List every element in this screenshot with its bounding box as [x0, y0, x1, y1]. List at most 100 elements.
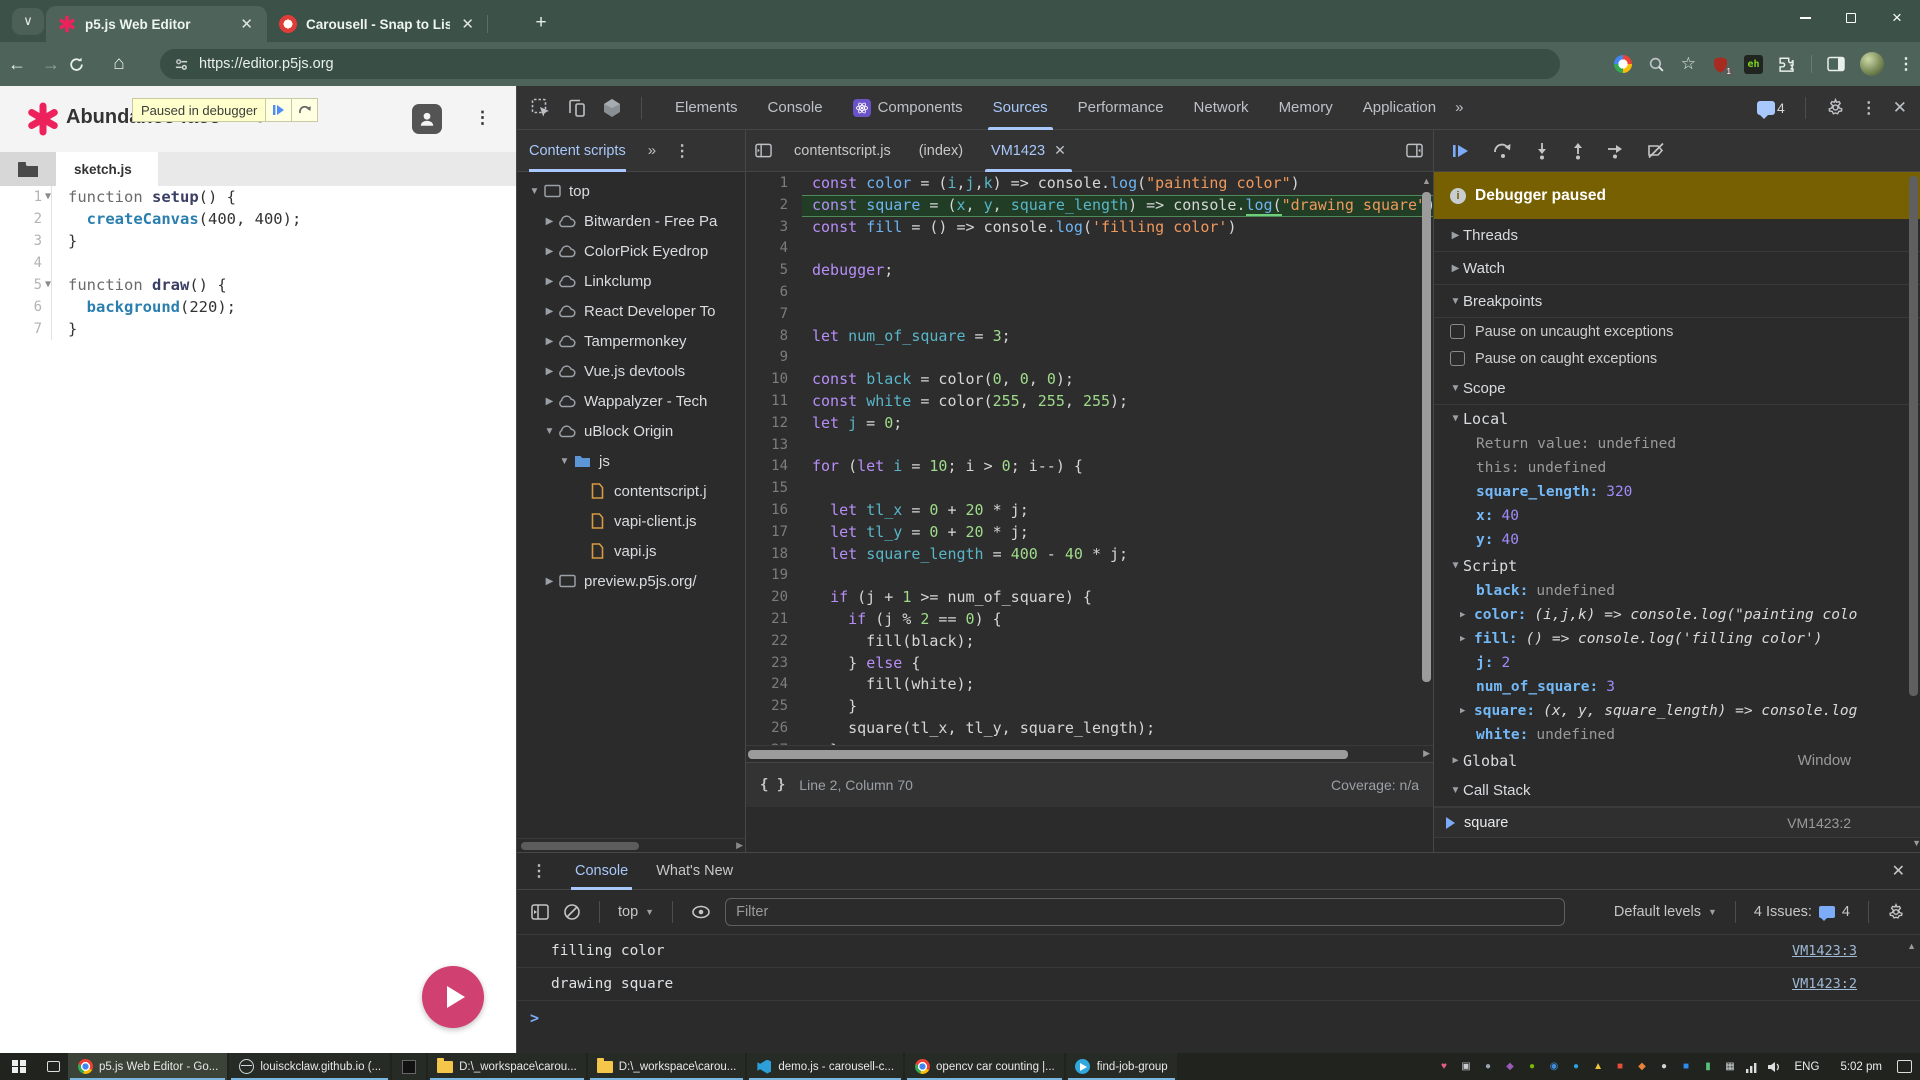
console-prompt[interactable]: >	[530, 1009, 539, 1027]
line-number[interactable]: 10	[746, 369, 802, 391]
window-minimize-button[interactable]	[1782, 0, 1828, 36]
console-context-selector[interactable]: top ▼	[618, 904, 654, 920]
search-lens-icon[interactable]	[1647, 54, 1667, 74]
issues-indicator[interactable]: 4	[1757, 100, 1785, 116]
tray-icon[interactable]: ▦	[1723, 1059, 1738, 1074]
bookmark-star-icon[interactable]: ☆	[1681, 54, 1696, 74]
line-number[interactable]: 21	[746, 609, 802, 631]
devtools-tab-memory[interactable]: Memory	[1264, 86, 1348, 130]
tab-search-button[interactable]: ∨	[12, 8, 44, 35]
resume-script-button[interactable]	[265, 99, 291, 121]
drawer-tab-what-s-new[interactable]: What's New	[642, 853, 747, 890]
line-number[interactable]: 3	[746, 217, 802, 239]
devtools-settings-gear-icon[interactable]	[1826, 98, 1845, 117]
tree-item[interactable]: ▼uBlock Origin	[517, 416, 745, 446]
devtools-close-icon[interactable]: ✕	[1893, 98, 1907, 118]
line-number[interactable]: 18	[746, 544, 802, 566]
taskbar-item[interactable]: demo.js - carousell-c...	[747, 1053, 903, 1080]
browser-tab[interactable]: p5.js Web Editor✕	[46, 6, 267, 42]
new-tab-button[interactable]: +	[530, 13, 552, 35]
scope-variable[interactable]: ▶square:(x, y, square_length) => console…	[1434, 699, 1920, 723]
devtools-tab-application[interactable]: Application	[1348, 86, 1451, 130]
tray-icon[interactable]: ●	[1569, 1059, 1584, 1074]
pretty-print-icon[interactable]: { }	[746, 777, 799, 793]
tree-item[interactable]: ▼js	[517, 446, 745, 476]
drawer-tab-console[interactable]: Console	[561, 853, 642, 890]
taskbar-item[interactable]: opencv car counting |...	[905, 1053, 1064, 1080]
tree-item[interactable]: vapi.js	[517, 536, 745, 566]
tree-item[interactable]: ▶Tampermonkey	[517, 326, 745, 356]
section-call-stack[interactable]: ▼Call Stack	[1434, 774, 1920, 807]
fold-arrow-icon[interactable]: ▼	[45, 274, 51, 296]
p5-menu-icon[interactable]: ⋮	[474, 108, 491, 128]
tray-icon[interactable]: ●	[1657, 1059, 1672, 1074]
console-filter-input[interactable]	[725, 898, 1565, 926]
line-number[interactable]: 8	[746, 326, 802, 348]
tab-close-icon[interactable]: ✕	[238, 15, 255, 33]
tree-item[interactable]: ▶Wappalyzer - Tech	[517, 386, 745, 416]
tray-icon[interactable]: ▣	[1459, 1059, 1474, 1074]
line-number[interactable]: 26	[746, 718, 802, 740]
console-message[interactable]: drawing squareVM1423:2	[517, 968, 1920, 1001]
line-number[interactable]: 1	[746, 173, 802, 195]
console-source-link[interactable]: VM1423:2	[1792, 976, 1920, 992]
devtools-menu-icon[interactable]: ⋮	[1861, 98, 1877, 118]
console-scroll-up-icon[interactable]: ▲	[1907, 941, 1916, 951]
step-over-icon[interactable]	[1493, 142, 1513, 159]
step-icon[interactable]	[1607, 143, 1625, 159]
line-number[interactable]: 24	[746, 674, 802, 696]
tray-icon[interactable]: ◆	[1503, 1059, 1518, 1074]
scope-variable[interactable]: white:undefined	[1434, 723, 1920, 747]
devtools-tab-performance[interactable]: Performance	[1063, 86, 1179, 130]
tree-item[interactable]: ▶React Developer To	[517, 296, 745, 326]
source-code-editor[interactable]: 1const color = (i,j,k) => console.log("p…	[746, 173, 1433, 745]
default-levels-dropdown[interactable]: Default levels ▼	[1614, 904, 1717, 920]
tree-item[interactable]: ▶Bitwarden - Free Pa	[517, 206, 745, 236]
editor-tab[interactable]: (index)	[905, 130, 977, 172]
scope-variable[interactable]: ▶color:(i,j,k) => console.log("painting …	[1434, 603, 1920, 627]
tray-icon[interactable]: ▲	[1591, 1059, 1606, 1074]
account-button[interactable]	[412, 104, 442, 134]
line-number[interactable]: 19	[746, 565, 802, 587]
device-toolbar-icon[interactable]	[567, 98, 587, 118]
p5-code-editor[interactable]: 1▼function setup() {2 createCanvas(400, …	[0, 186, 516, 1053]
line-number[interactable]: 22	[746, 631, 802, 653]
line-number[interactable]: 9	[746, 347, 802, 369]
resume-execution-icon[interactable]	[1452, 143, 1471, 159]
console-message[interactable]: filling colorVM1423:3	[517, 935, 1920, 968]
code-vertical-scrollbar[interactable]: ▲	[1421, 176, 1432, 742]
clear-console-icon[interactable]	[563, 903, 581, 921]
drawer-menu-icon[interactable]: ⋮	[531, 861, 547, 881]
scope-variable[interactable]: y:40	[1434, 528, 1920, 552]
checkbox[interactable]	[1450, 351, 1465, 366]
devtools-tab-console[interactable]: Console	[753, 86, 838, 130]
frame-location[interactable]: VM1423:2	[1787, 815, 1920, 831]
scope-group-local[interactable]: ▼Local	[1434, 405, 1920, 432]
scope-variable[interactable]: x:40	[1434, 504, 1920, 528]
back-button[interactable]: ←	[0, 54, 34, 75]
google-icon[interactable]	[1613, 54, 1633, 74]
devtools-tab-elements[interactable]: Elements	[660, 86, 753, 130]
console-sidebar-icon[interactable]	[531, 904, 549, 920]
tab-close-icon[interactable]: ✕	[1054, 142, 1066, 159]
scope-variable[interactable]: black:undefined	[1434, 579, 1920, 603]
extension-gem-icon[interactable]	[603, 98, 621, 118]
section-breakpoints[interactable]: ▼Breakpoints	[1434, 285, 1920, 318]
tab-close-icon[interactable]: ✕	[459, 15, 476, 33]
line-number[interactable]: 25	[746, 696, 802, 718]
line-number[interactable]: 2	[746, 195, 802, 217]
expand-sidebar-icon[interactable]	[1406, 143, 1433, 158]
language-indicator[interactable]: ENG	[1789, 1061, 1826, 1073]
scope-variable[interactable]: j:2	[1434, 651, 1920, 675]
scope-variable[interactable]: Return value:undefined	[1434, 432, 1920, 456]
issues-link[interactable]: 4 Issues: 4	[1754, 904, 1850, 920]
reload-button[interactable]	[68, 56, 102, 73]
browser-tab[interactable]: Carousell - Snap to List, Chat t✕	[267, 6, 488, 42]
tray-icon[interactable]: ♥	[1437, 1059, 1452, 1074]
inspect-element-icon[interactable]	[531, 98, 551, 118]
side-panel-icon[interactable]	[1826, 54, 1846, 74]
line-number[interactable]: 14	[746, 456, 802, 478]
forward-button[interactable]: →	[34, 54, 68, 75]
call-stack-frame[interactable]: squareVM1423:2	[1434, 807, 1920, 838]
profile-avatar[interactable]	[1860, 52, 1884, 76]
